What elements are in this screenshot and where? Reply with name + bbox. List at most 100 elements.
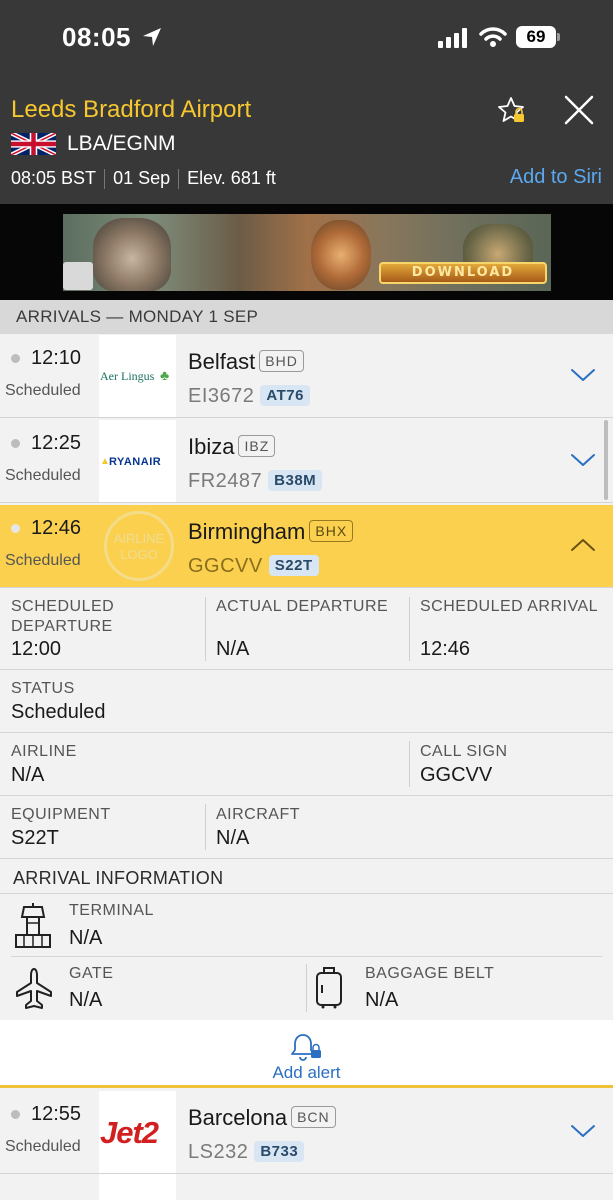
- flight-city: Birmingham BHX: [188, 519, 354, 545]
- flight-number: GGCVV S22T: [188, 555, 319, 578]
- call-sign-value: GGCVV: [420, 764, 493, 786]
- status-dot: [11, 439, 20, 448]
- flight-status: Scheduled: [5, 382, 81, 399]
- flight-time: 12:46: [31, 517, 82, 539]
- flight-row[interactable]: 12:25 Scheduled ▲ RYANAIR Ibiza IBZ FR248…: [0, 420, 613, 503]
- flight-city: Ibiza IBZ: [188, 434, 276, 460]
- add-to-siri-link[interactable]: Add to Siri: [510, 166, 602, 189]
- shamrock-icon: ♣: [160, 367, 170, 383]
- flight-number-text: LS232: [188, 1141, 249, 1163]
- detail-label: ACTUAL DEPARTURE: [216, 598, 389, 615]
- airport-header: Leeds Bradford Airport LBA/EGNM 08:05 BS…: [0, 76, 613, 204]
- local-time: 08:05 BST: [11, 168, 97, 188]
- divider: [0, 732, 613, 733]
- detail-label: AIRLINE: [11, 743, 77, 760]
- scheduled-departure-value: 12:00: [11, 638, 62, 660]
- detail-label: GATE: [69, 965, 114, 982]
- detail-label: STATUS: [11, 680, 75, 697]
- chevron-down-icon[interactable]: [570, 1123, 596, 1139]
- chevron-down-icon[interactable]: [570, 452, 596, 468]
- flight-time: 12:55: [31, 1103, 82, 1125]
- elevation: Elev. 681 ft: [187, 168, 276, 188]
- status-bar: 08:05 69: [0, 0, 613, 76]
- ad-character-face: [93, 218, 171, 291]
- aircraft-value: N/A: [216, 827, 250, 849]
- flight-details-panel: SCHEDULED DEPARTURE 12:00 ACTUAL DEPARTU…: [0, 589, 613, 1020]
- flight-number: FR2487 B38M: [188, 470, 323, 493]
- airport-name: Leeds Bradford Airport: [11, 96, 252, 123]
- ad-game-logo: [63, 262, 93, 290]
- partial-row-logo-cell: [99, 1174, 176, 1200]
- aircraft-badge: B38M: [268, 470, 323, 491]
- battery-tip: [557, 33, 560, 41]
- flight-status: Scheduled: [5, 552, 81, 569]
- flight-row-partial[interactable]: [0, 1174, 613, 1200]
- airline-logo-text: RYANAIR: [109, 456, 162, 468]
- airline-logo-text: Jet2: [100, 1115, 159, 1150]
- battery-indicator: 69: [516, 26, 556, 48]
- divider: [11, 956, 602, 957]
- actual-departure-value: N/A: [216, 638, 250, 660]
- airline-logo-text: AIRLINE LOGO: [113, 531, 165, 562]
- status-dot: [11, 1110, 20, 1119]
- aircraft-badge: S22T: [268, 555, 319, 576]
- flight-number-text: FR2487: [188, 470, 263, 492]
- airline-logo: Aer Lingus ♣: [99, 335, 176, 417]
- detail-label: EQUIPMENT: [11, 806, 111, 823]
- flight-status: Scheduled: [5, 467, 81, 484]
- flight-number-text: EI3672: [188, 385, 255, 407]
- airplane-icon: [16, 968, 52, 1009]
- status-value: Scheduled: [11, 701, 106, 723]
- divider: [0, 858, 613, 859]
- airport-code: LBA/EGNM: [67, 132, 176, 155]
- detail-label: SCHEDULED DEPARTURE: [11, 598, 115, 635]
- city-name: Belfast: [188, 349, 256, 374]
- flight-number-text: GGCVV: [188, 555, 263, 577]
- iata-badge: BCN: [291, 1106, 336, 1128]
- gate-value: N/A: [69, 989, 103, 1011]
- divider: [409, 597, 410, 661]
- flight-city: Belfast BHD: [188, 349, 304, 375]
- add-alert-label: Add alert: [272, 1063, 341, 1082]
- flight-row-selected[interactable]: 12:46 Scheduled AIRLINE LOGO Birmingham B…: [0, 505, 613, 588]
- control-tower-icon: [15, 903, 51, 948]
- add-alert-button[interactable]: Add alert: [0, 1020, 613, 1088]
- chevron-up-icon[interactable]: [570, 537, 596, 553]
- airline-logo-placeholder: AIRLINE LOGO: [99, 505, 176, 587]
- scrollbar[interactable]: [604, 420, 608, 500]
- iata-badge: BHX: [309, 520, 354, 542]
- scheduled-arrival-value: 12:46: [420, 638, 471, 660]
- terminal-value: N/A: [69, 927, 103, 949]
- flight-status: Scheduled: [5, 1138, 81, 1155]
- clock: 08:05: [62, 22, 131, 52]
- detail-label: BAGGAGE BELT: [365, 965, 495, 982]
- ad-banner[interactable]: DOWNLOAD: [0, 204, 613, 300]
- airline-logo-text: Aer Lingus: [100, 369, 155, 383]
- ad-download-button[interactable]: DOWNLOAD: [379, 262, 547, 284]
- baggage-icon: [316, 967, 342, 1009]
- wifi-icon: [479, 27, 507, 47]
- airline-logo: Jet2: [99, 1091, 176, 1173]
- flight-row[interactable]: 12:10 Scheduled Aer Lingus ♣ Belfast BHD …: [0, 335, 613, 418]
- close-icon[interactable]: [563, 94, 595, 126]
- divider: [0, 669, 613, 670]
- airline-value: N/A: [11, 764, 45, 786]
- aircraft-badge: AT76: [260, 385, 310, 406]
- baggage-belt-value: N/A: [365, 989, 399, 1011]
- flight-row[interactable]: 12:55 Scheduled Jet2 Barcelona BCN LS232 B…: [0, 1091, 613, 1174]
- detail-label: CALL SIGN: [420, 743, 508, 760]
- equipment-value: S22T: [11, 827, 59, 849]
- divider: [0, 893, 613, 894]
- airport-meta: 08:05 BST 01 Sep Elev. 681 ft: [11, 168, 276, 190]
- divider: [178, 169, 180, 190]
- section-header: ARRIVALS — MONDAY 1 SEP: [0, 300, 613, 334]
- favorite-star-icon[interactable]: [497, 96, 527, 126]
- local-date: 01 Sep: [113, 168, 171, 188]
- ad-image[interactable]: DOWNLOAD: [63, 214, 551, 291]
- flight-time: 12:25: [31, 432, 82, 454]
- chevron-down-icon[interactable]: [570, 367, 596, 383]
- city-name: Barcelona: [188, 1105, 288, 1130]
- iata-badge: BHD: [259, 350, 304, 372]
- detail-label: AIRCRAFT: [216, 806, 300, 823]
- status-dot: [11, 354, 20, 363]
